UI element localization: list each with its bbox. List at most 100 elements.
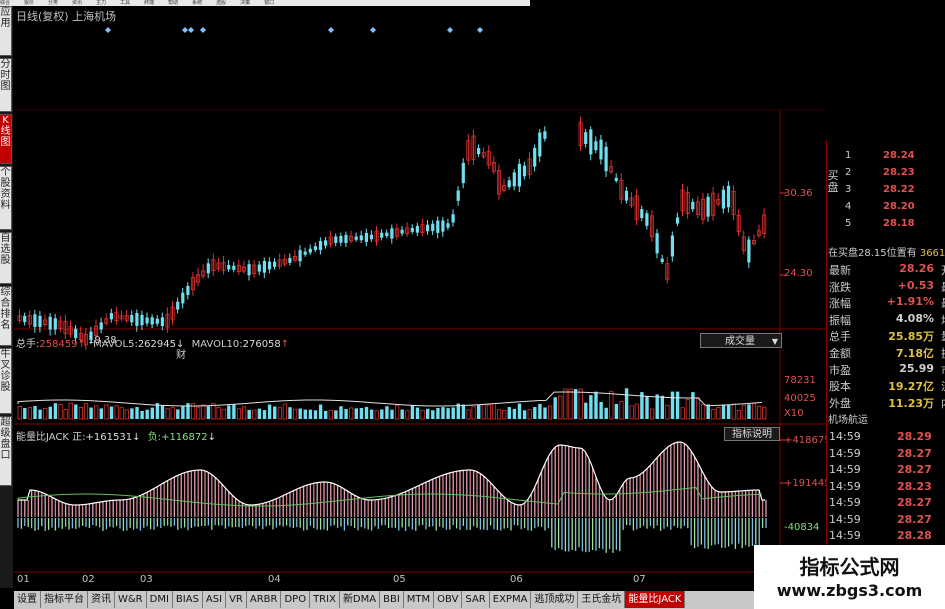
volume-bar — [150, 407, 154, 419]
indicator-tab[interactable]: BBI — [380, 591, 404, 608]
candle — [533, 147, 537, 167]
indicator-tab[interactable]: EXPMA — [490, 591, 532, 608]
indicator-tab[interactable]: DPO — [281, 591, 311, 608]
bid-level: 3 — [845, 184, 852, 195]
volume-bar — [604, 407, 608, 419]
indicator-tab[interactable]: ASI — [203, 591, 227, 608]
indicator-tab[interactable]: VR — [226, 591, 247, 608]
volume-bar — [394, 405, 400, 420]
volume-bar — [731, 403, 736, 420]
candle — [584, 132, 588, 144]
indicator-tab[interactable]: MTM — [404, 591, 435, 608]
candle — [522, 165, 527, 177]
volume-bar — [292, 408, 298, 420]
candle — [23, 315, 27, 323]
bid-row: 2 28.23 — [827, 167, 945, 181]
volume-bar — [721, 404, 726, 419]
volume-indicator-select[interactable]: 成交量 ▼ — [700, 333, 782, 348]
volume-bar — [130, 408, 134, 419]
volume-bar — [619, 401, 624, 420]
candle — [135, 312, 139, 326]
volume-bar — [277, 407, 282, 420]
indicator-tab[interactable]: ARBR — [247, 591, 282, 608]
kline-chart[interactable] — [0, 0, 945, 609]
event-diamond-icon[interactable] — [447, 27, 453, 33]
stat-row: 金额 7.18亿换 — [827, 345, 945, 361]
volume-bar — [257, 408, 262, 419]
indicator-tab[interactable]: DMI — [147, 591, 173, 608]
indicator-axis-label-1: +418675 — [784, 435, 831, 446]
indicator-tab[interactable]: TRIX — [310, 591, 340, 608]
volume-bar — [160, 405, 165, 419]
candle — [99, 322, 103, 330]
candle — [48, 316, 52, 330]
volume-bar — [507, 407, 511, 419]
volume-bar — [660, 395, 664, 419]
volume-bar — [614, 403, 619, 419]
indicator-tab[interactable]: SAR — [462, 591, 490, 608]
candle — [706, 196, 710, 217]
volume-bar — [216, 406, 221, 420]
indicator-tab[interactable]: 指标平台 — [41, 591, 88, 608]
event-diamond-icon[interactable] — [200, 27, 206, 33]
tick-row: 14:59 28.27 — [827, 513, 945, 528]
volume-axis-label-2: 40025 — [784, 393, 816, 404]
tick-price: 28.27 — [897, 496, 932, 509]
indicator-tab[interactable]: BIAS — [173, 591, 203, 608]
stat-suffix: 换 — [941, 345, 945, 361]
volume-bar — [241, 406, 247, 420]
event-diamond-icon[interactable] — [182, 27, 188, 33]
volume-bar — [221, 408, 226, 420]
volume-bar — [385, 406, 389, 419]
volume-unit-label: X10 — [784, 408, 804, 419]
tick-price: 28.28 — [897, 529, 932, 542]
event-diamond-icon[interactable] — [477, 27, 483, 33]
indicator-tab[interactable]: 资讯 — [88, 591, 115, 608]
volume-bar — [645, 396, 649, 419]
candle — [262, 260, 266, 273]
indicator-tab[interactable]: W&R — [115, 591, 147, 608]
volume-bar — [548, 405, 553, 420]
volume-bar — [685, 399, 690, 420]
event-diamond-icon[interactable] — [328, 27, 334, 33]
volume-bar — [58, 404, 63, 420]
event-diamond-icon[interactable] — [370, 27, 376, 33]
volume-bar — [736, 409, 741, 420]
indicator-tab[interactable]: 设置 — [14, 591, 41, 608]
volume-bar — [48, 406, 52, 419]
candle — [614, 177, 618, 181]
candle — [33, 314, 37, 328]
indicator-tab[interactable]: 逃顶成功 — [531, 591, 579, 608]
volume-bar — [538, 403, 542, 419]
indicator-tab[interactable]: 王氏金坑 — [578, 591, 626, 608]
volume-bar — [426, 408, 430, 419]
candle — [181, 292, 185, 304]
candle — [645, 213, 649, 226]
candle — [400, 229, 404, 234]
volume-bar — [701, 404, 706, 420]
indicator-help-button[interactable]: 指标说明 — [724, 427, 780, 441]
chevron-down-icon: ▼ — [771, 337, 778, 346]
volume-bar — [533, 407, 537, 419]
indicator-tab[interactable]: 能量比JACK — [625, 591, 686, 608]
volume-bar — [624, 388, 629, 419]
candle — [38, 315, 42, 328]
volume-axis-label-1: 78231 — [784, 375, 816, 386]
stat-row: 股本 19.27亿流 — [827, 378, 945, 394]
candle — [604, 146, 608, 172]
volume-bar — [196, 406, 201, 420]
volume-bar — [165, 408, 170, 420]
indicator-header: 能量比JACK 正:+161531↓ 负:+116872↓ — [16, 432, 217, 443]
indicator-tab[interactable]: 新DMA — [340, 591, 381, 608]
event-diamond-icon[interactable] — [105, 27, 111, 33]
candle — [436, 220, 440, 233]
tick-price: 28.27 — [897, 512, 932, 526]
volume-bar — [665, 404, 670, 420]
volume-bar — [599, 401, 603, 419]
volume-bar — [691, 392, 695, 419]
watermark: 指标公式网 www.zbgs3.com — [754, 545, 945, 609]
event-diamond-icon[interactable] — [188, 27, 194, 33]
volume-bar — [354, 408, 358, 419]
tick-row: 14:59 28.29 — [827, 430, 945, 445]
indicator-tab[interactable]: OBV — [434, 591, 463, 608]
